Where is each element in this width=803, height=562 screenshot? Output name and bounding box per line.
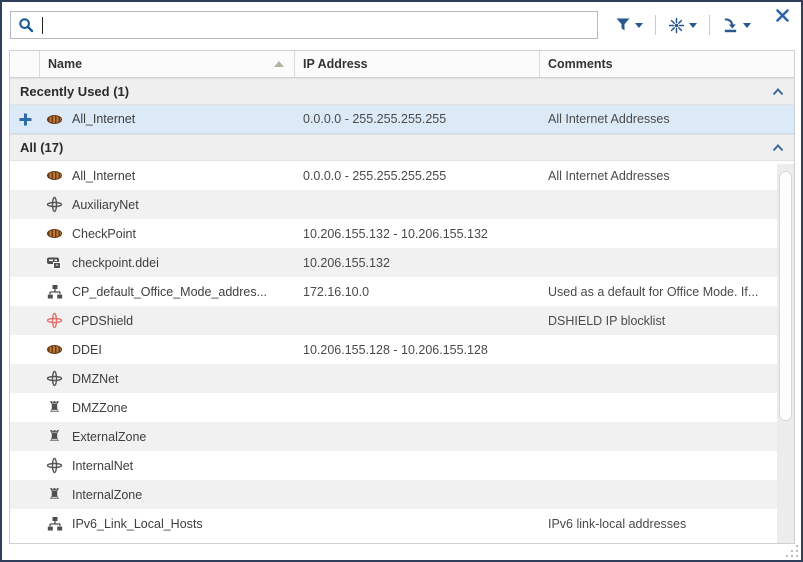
- export-button[interactable]: [720, 14, 753, 37]
- new-object-dropdown-caret[interactable]: [689, 23, 697, 28]
- close-icon[interactable]: [775, 8, 791, 24]
- zone-icon: ♜: [46, 486, 63, 503]
- address-range-icon: [46, 225, 63, 242]
- table-row[interactable]: ♜ DMZZone: [10, 393, 794, 422]
- gateway-icon: [46, 254, 63, 271]
- ip-column-header[interactable]: IP Address: [295, 51, 540, 77]
- add-object-button[interactable]: [10, 113, 40, 126]
- object-comment: DSHIELD IP blocklist: [540, 314, 794, 328]
- group-icon: [46, 283, 63, 300]
- table-row[interactable]: ♜ ExternalZone: [10, 422, 794, 451]
- table-row[interactable]: All_Internet 0.0.0.0 - 255.255.255.255All…: [10, 161, 794, 190]
- group-label: Recently Used (1): [20, 84, 772, 99]
- network-icon-red: [46, 312, 63, 329]
- name-column-label: Name: [48, 57, 82, 71]
- table-row[interactable]: InternalNet: [10, 451, 794, 480]
- toolbar-buttons: [612, 14, 753, 37]
- object-ip: 10.206.155.132: [295, 256, 540, 270]
- table-row[interactable]: IPv6_Link_Local_Hosts IPv6 link-local add…: [10, 509, 794, 538]
- text-cursor: [42, 17, 43, 34]
- object-comment: All Internet Addresses: [540, 112, 794, 126]
- collapse-chevron-icon[interactable]: [772, 88, 784, 96]
- object-name: CP_default_Office_Mode_addres...: [72, 285, 267, 299]
- object-ip: 0.0.0.0 - 255.255.255.255: [295, 169, 540, 183]
- object-comment: Used as a default for Office Mode. If...: [540, 285, 794, 299]
- object-ip: 10.206.155.132 - 10.206.155.132: [295, 227, 540, 241]
- table-row[interactable]: CheckPoint 10.206.155.132 - 10.206.155.13…: [10, 219, 794, 248]
- table-row[interactable]: AuxiliaryNet: [10, 190, 794, 219]
- address-range-icon: [46, 111, 63, 128]
- object-picker-dialog: Name IP Address Comments Recently Used (…: [0, 0, 803, 562]
- object-name: DMZNet: [72, 372, 119, 386]
- filter-dropdown-caret[interactable]: [635, 23, 643, 28]
- network-icon: [46, 370, 63, 387]
- new-object-star-icon: [668, 17, 685, 34]
- group-icon: [46, 515, 63, 532]
- zone-icon: ♜: [46, 428, 63, 445]
- sort-ascending-icon[interactable]: [274, 61, 284, 67]
- table-row[interactable]: CPDShield DSHIELD IP blocklist: [10, 306, 794, 335]
- vertical-scrollbar[interactable]: [777, 164, 794, 543]
- object-name: InternalNet: [72, 459, 133, 473]
- object-name: All_Internet: [72, 112, 135, 126]
- export-dropdown-caret[interactable]: [743, 23, 751, 28]
- object-name: All_Internet: [72, 169, 135, 183]
- new-object-button[interactable]: [666, 14, 699, 37]
- address-range-icon: [46, 341, 63, 358]
- add-column-header[interactable]: [10, 51, 40, 77]
- search-box[interactable]: [10, 11, 598, 39]
- table-row[interactable]: All_Internet 0.0.0.0 - 255.255.255.255 A…: [10, 105, 794, 134]
- object-name: IPv6_Link_Local_Hosts: [72, 517, 203, 531]
- search-toolbar: [2, 2, 801, 48]
- object-name: DMZZone: [72, 401, 128, 415]
- table-row[interactable]: DDEI 10.206.155.128 - 10.206.155.128: [10, 335, 794, 364]
- object-name: DDEI: [72, 343, 102, 357]
- search-input[interactable]: [49, 18, 591, 33]
- zone-icon: ♜: [46, 399, 63, 416]
- object-comment: IPv6 link-local addresses: [540, 517, 794, 531]
- comments-column-label: Comments: [548, 57, 613, 71]
- objects-table: Name IP Address Comments Recently Used (…: [9, 50, 795, 544]
- group-header-recently-used[interactable]: Recently Used (1): [10, 78, 794, 105]
- table-row[interactable]: DMZNet: [10, 364, 794, 393]
- toolbar-separator: [655, 15, 656, 35]
- export-icon: [722, 17, 739, 34]
- address-range-icon: [46, 167, 63, 184]
- group-header-all[interactable]: All (17): [10, 134, 794, 161]
- toolbar-separator: [709, 15, 710, 35]
- collapse-chevron-icon[interactable]: [772, 144, 784, 152]
- object-name: checkpoint.ddei: [72, 256, 159, 270]
- table-header: Name IP Address Comments: [10, 51, 794, 78]
- object-ip: 10.206.155.128 - 10.206.155.128: [295, 343, 540, 357]
- all-rows-container: All_Internet 0.0.0.0 - 255.255.255.255All…: [10, 161, 794, 538]
- comments-column-header[interactable]: Comments: [540, 51, 794, 77]
- object-name: ExternalZone: [72, 430, 146, 444]
- ip-column-label: IP Address: [303, 57, 368, 71]
- scrollbar-thumb[interactable]: [779, 171, 792, 421]
- object-name: CheckPoint: [72, 227, 136, 241]
- table-row[interactable]: CP_default_Office_Mode_addres... 172.16.1…: [10, 277, 794, 306]
- table-row[interactable]: checkpoint.ddei 10.206.155.132: [10, 248, 794, 277]
- object-name: AuxiliaryNet: [72, 198, 139, 212]
- plus-icon: [19, 113, 32, 126]
- table-row[interactable]: ♜ InternalZone: [10, 480, 794, 509]
- resize-grip[interactable]: [786, 545, 798, 557]
- network-icon: [46, 457, 63, 474]
- search-icon: [17, 17, 34, 34]
- object-ip: 0.0.0.0 - 255.255.255.255: [295, 112, 540, 126]
- object-comment: All Internet Addresses: [540, 169, 794, 183]
- object-ip: 172.16.10.0: [295, 285, 540, 299]
- group-label: All (17): [20, 140, 772, 155]
- network-icon: [46, 196, 63, 213]
- name-column-header[interactable]: Name: [40, 51, 295, 77]
- object-name: CPDShield: [72, 314, 133, 328]
- filter-icon: [614, 17, 631, 34]
- object-name: InternalZone: [72, 488, 142, 502]
- filter-button[interactable]: [612, 14, 645, 37]
